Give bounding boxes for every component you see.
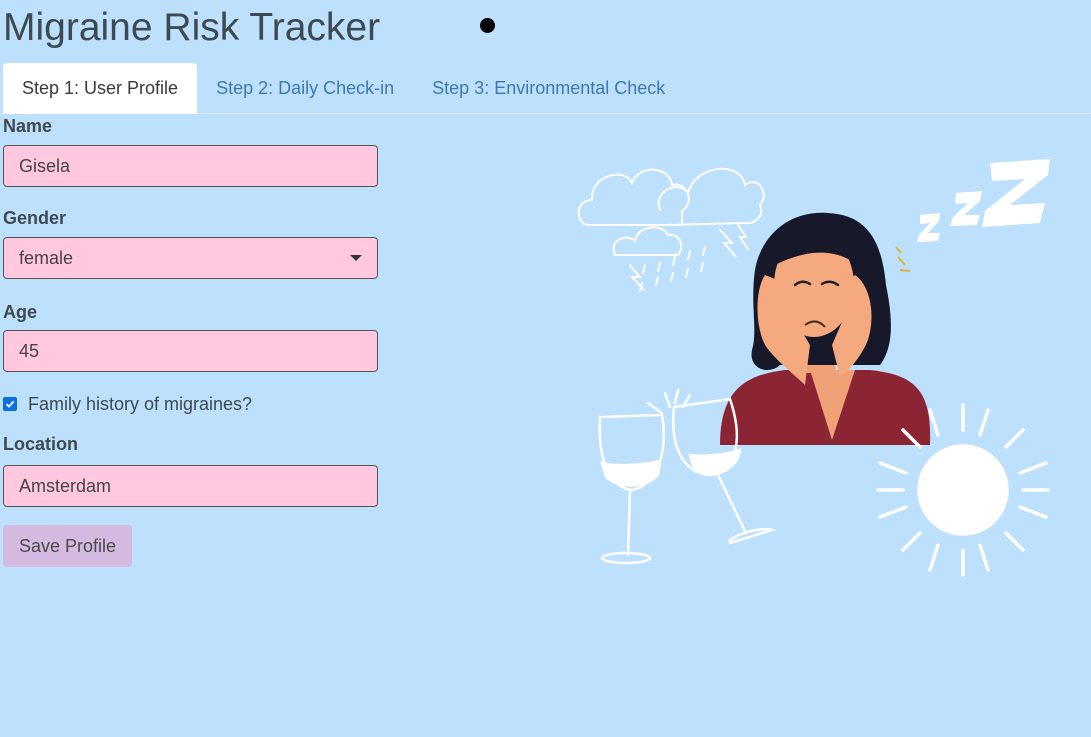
gender-label: Gender [3, 208, 67, 228]
family-history-row: Family history of migraines? [3, 391, 379, 417]
chevron-down-icon [350, 255, 362, 261]
location-label: Location [3, 434, 78, 454]
woman-icon [720, 212, 931, 445]
gender-select-value: female [19, 247, 74, 268]
gender-select[interactable]: female [3, 237, 378, 279]
woman-with-headache-illustration [577, 159, 1050, 577]
profile-form: Name Gisela Gender female Age 45 Family … [3, 115, 379, 567]
zzz-icon [917, 159, 1050, 242]
name-label: Name [3, 116, 53, 136]
age-input[interactable]: 45 [3, 330, 378, 372]
storm-clouds-icon [577, 167, 765, 292]
name-input[interactable]: Gisela [3, 145, 378, 187]
cursor-dot [480, 18, 495, 33]
family-history-checkbox[interactable] [3, 397, 17, 411]
location-input[interactable]: Amsterdam [3, 465, 378, 507]
check-icon [5, 400, 15, 408]
save-profile-button[interactable]: Save Profile [3, 525, 133, 567]
tab-daily-check-in[interactable]: Step 2: Daily Check-in [197, 63, 413, 114]
tab-bar: Step 1: User Profile Step 2: Daily Check… [0, 63, 1091, 114]
app-title: Migraine Risk Tracker [3, 6, 381, 49]
tab-user-profile[interactable]: Step 1: User Profile [3, 63, 198, 114]
age-label: Age [3, 302, 38, 322]
family-history-label: Family history of migraines? [28, 393, 253, 414]
tab-environmental-check[interactable]: Step 3: Environmental Check [413, 63, 684, 114]
sun-icon [876, 403, 1050, 577]
